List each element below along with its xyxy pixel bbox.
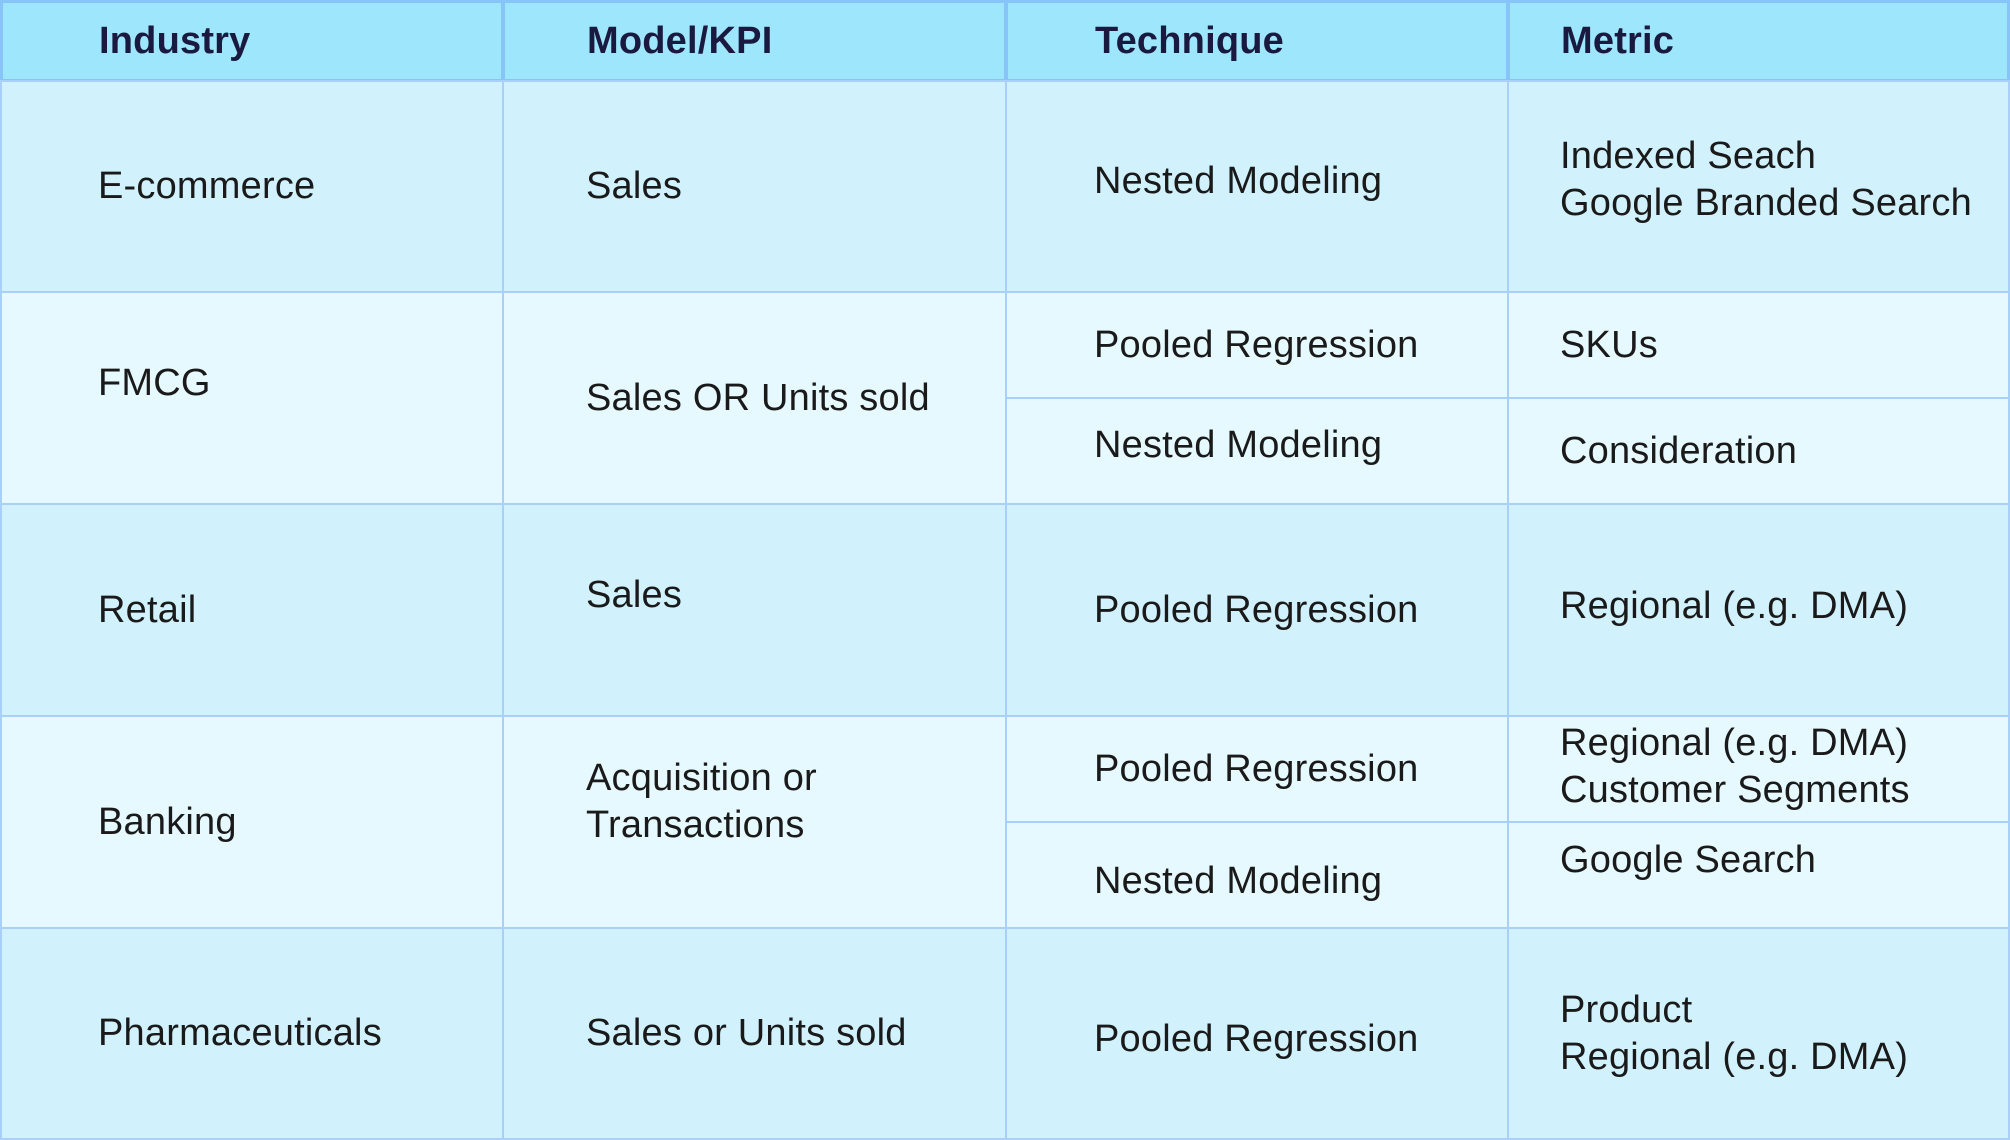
table-row-retail-metric: Regional (e.g. DMA) [1507,503,2010,717]
table-row-retail-kpi: Sales [502,503,1007,717]
header-metric-label: Metric [1561,19,1675,62]
header-technique-label: Technique [1095,19,1284,62]
kpi-line: Acquisition or [586,757,817,799]
metric-line: Google Search [1560,838,1817,881]
metric-line: Regional (e.g. DMA) [1560,722,1909,764]
header-industry-label: Industry [99,19,251,62]
header-model-kpi-label: Model/KPI [587,19,773,62]
metric-line: Customer Segments [1560,769,1910,811]
kpi-cell: Sales [586,165,683,207]
technique-cell: Pooled Regression [1094,1018,1419,1060]
table-row-banking-metric-1: Regional (e.g. DMA) Customer Segments [1507,715,2010,823]
header-model-kpi: Model/KPI [502,0,1007,82]
table-row-ecommerce-technique: Nested Modeling [1005,80,1509,293]
table-row-fmcg-kpi: Sales OR Units sold [502,291,1007,505]
kpi-cell: Sales or Units sold [586,1012,907,1054]
table-row-pharma-kpi: Sales or Units sold [502,927,1007,1140]
industry-cell: Banking [98,800,237,843]
metric-line: SKUs [1560,323,1658,366]
table-row-ecommerce-industry: E-commerce [0,80,504,293]
industry-cell: Retail [98,588,197,631]
metric-line: Indexed Seach [1560,134,1817,177]
table-row-banking-industry: Banking [0,715,504,929]
table-row-pharma-industry: Pharmaceuticals [0,927,504,1140]
table-row-ecommerce-metric: Indexed Seach Google Branded Search [1507,80,2010,293]
table-row-banking-metric-2: Google Search [1507,821,2010,929]
industry-cell: FMCG [98,361,211,404]
kpi-cell: Sales OR Units sold [586,376,930,419]
technique-cell: Nested Modeling [1094,423,1383,466]
metric-line: Consideration [1560,429,1798,472]
technique-cell: Pooled Regression [1094,323,1419,366]
table-row-banking-kpi: Acquisition or Transactions [502,715,1007,929]
metric-line: Product [1560,988,1693,1031]
table-row-fmcg-metric-2: Consideration [1507,397,2010,505]
table-row-fmcg-industry: FMCG [0,291,504,505]
industry-technique-table: Industry Model/KPI Technique Metric E-co… [0,0,2010,1140]
technique-cell: Nested Modeling [1094,859,1383,902]
metric-line: Regional (e.g. DMA) [1560,584,1909,627]
industry-cell: E-commerce [98,165,316,207]
table-row-retail-industry: Retail [0,503,504,717]
kpi-cell: Sales [586,573,683,616]
technique-cell: Pooled Regression [1094,588,1419,631]
table-row-banking-technique-1: Pooled Regression [1005,715,1509,823]
technique-cell: Pooled Regression [1094,747,1419,790]
metric-line: Google Branded Search [1560,181,1972,224]
table-row-retail-technique: Pooled Regression [1005,503,1509,717]
metric-line: Regional (e.g. DMA) [1560,1035,1909,1078]
header-metric: Metric [1507,0,2010,82]
header-technique: Technique [1005,0,1509,82]
technique-cell: Nested Modeling [1094,160,1383,202]
industry-cell: Pharmaceuticals [98,1012,382,1054]
table-row-pharma-technique: Pooled Regression [1005,927,1509,1140]
table-row-pharma-metric: Product Regional (e.g. DMA) [1507,927,2010,1140]
table-row-fmcg-technique-1: Pooled Regression [1005,291,1509,399]
header-industry: Industry [0,0,504,82]
kpi-line: Transactions [586,804,805,846]
table-row-fmcg-metric-1: SKUs [1507,291,2010,399]
table-row-banking-technique-2: Nested Modeling [1005,821,1509,929]
table-row-ecommerce-kpi: Sales [502,80,1007,293]
table-row-fmcg-technique-2: Nested Modeling [1005,397,1509,505]
